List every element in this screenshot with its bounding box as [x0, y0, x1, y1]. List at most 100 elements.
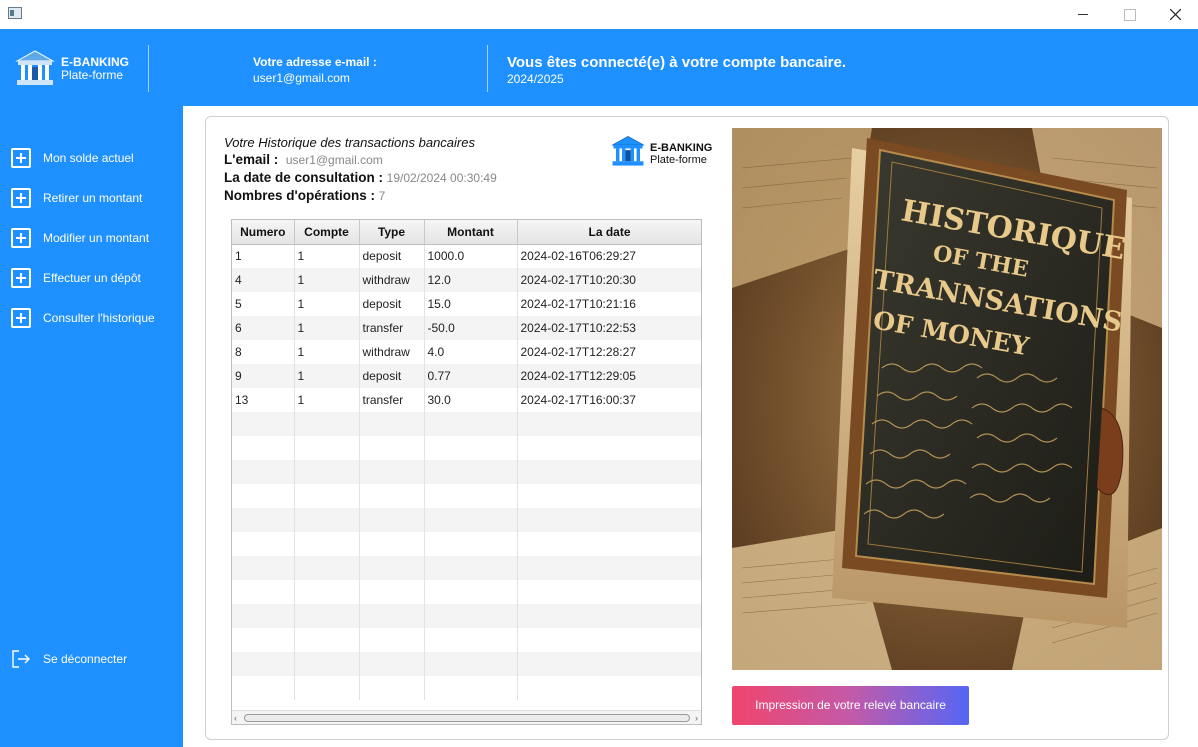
transactions-table[interactable]: Numero Compte Type Montant La date 1 1 dep… [231, 219, 702, 725]
table-cell: 1 [294, 364, 360, 388]
ops-key: Nombres d'opérations : [224, 188, 375, 203]
table-cell: 2024-02-17T12:28:27 [517, 340, 701, 364]
scroll-right-icon[interactable]: › [695, 713, 698, 723]
table-cell: 1 [294, 244, 360, 268]
window-title-bar [0, 0, 1198, 29]
table-cell [517, 556, 701, 580]
table-cell [424, 436, 518, 460]
table-cell [517, 436, 701, 460]
table-cell [517, 652, 701, 676]
empty-table-row[interactable] [232, 532, 701, 556]
sidebar-item-modifier[interactable]: Modifier un montant [11, 228, 181, 250]
table-row[interactable]: 8 1 withdraw 4.0 2024-02-17T12:28:27 [232, 340, 701, 364]
table-cell [294, 604, 360, 628]
empty-table-row[interactable] [232, 628, 701, 652]
table-cell [359, 628, 425, 652]
table-cell: 1 [294, 292, 360, 316]
column-header-compte[interactable]: Compte [294, 220, 360, 245]
logout-button[interactable]: Se déconnecter [11, 649, 181, 671]
empty-table-row[interactable] [232, 676, 701, 700]
sidebar-item-solde[interactable]: Mon solde actuel [11, 148, 181, 170]
sidebar-item-retirer[interactable]: Retirer un montant [11, 188, 181, 210]
sidebar-item-label: Effectuer un dépôt [43, 271, 141, 285]
column-header-numero[interactable]: Numero [232, 220, 295, 245]
print-statement-button[interactable]: Impression de votre relevé bancaire [732, 686, 969, 725]
table-row[interactable]: 13 1 transfer 30.0 2024-02-17T16:00:37 [232, 388, 701, 412]
empty-table-row[interactable] [232, 580, 701, 604]
table-cell [359, 556, 425, 580]
table-cell [424, 628, 518, 652]
panel-brand-name: E-BANKING [650, 142, 713, 154]
close-icon[interactable] [1152, 0, 1198, 29]
table-row[interactable]: 1 1 deposit 1000.0 2024-02-16T06:29:27 [232, 244, 701, 268]
empty-table-row[interactable] [232, 652, 701, 676]
table-cell: withdraw [359, 268, 425, 292]
column-header-type[interactable]: Type [359, 220, 425, 245]
connected-title: Vous êtes connecté(e) à votre compte ban… [507, 54, 847, 71]
table-cell: 2024-02-17T10:22:53 [517, 316, 701, 340]
table-cell [294, 652, 360, 676]
table-cell [517, 604, 701, 628]
sidebar-item-label: Modifier un montant [43, 231, 150, 245]
sidebar-item-depot[interactable]: Effectuer un dépôt [11, 268, 181, 290]
header-brand: E-BANKING Plate-forme [61, 56, 129, 82]
window-app-icon [8, 7, 22, 19]
school-year: 2024/2025 [507, 72, 564, 86]
table-cell: 1 [294, 268, 360, 292]
table-cell: 1 [232, 244, 295, 268]
empty-table-row[interactable] [232, 508, 701, 532]
empty-table-row[interactable] [232, 484, 701, 508]
table-row[interactable]: 9 1 deposit 0.77 2024-02-17T12:29:05 [232, 364, 701, 388]
table-cell: 12.0 [424, 268, 518, 292]
table-cell [294, 628, 360, 652]
table-cell: 2024-02-17T16:00:37 [517, 388, 701, 412]
table-cell: 4.0 [424, 340, 518, 364]
empty-table-row[interactable] [232, 436, 701, 460]
table-cell: transfer [359, 388, 425, 412]
table-row[interactable]: 5 1 deposit 15.0 2024-02-17T10:21:16 [232, 292, 701, 316]
email-value: user1@gmail.com [285, 153, 383, 167]
table-row[interactable]: 4 1 withdraw 12.0 2024-02-17T10:20:30 [232, 268, 701, 292]
table-cell: withdraw [359, 340, 425, 364]
table-cell: 6 [232, 316, 295, 340]
scrollbar-thumb[interactable] [244, 714, 690, 722]
minimize-icon[interactable] [1060, 0, 1106, 29]
plus-square-icon [11, 228, 31, 248]
sidebar-item-label: Consulter l'historique [43, 311, 155, 325]
table-cell: 9 [232, 364, 295, 388]
ops-row: Nombres d'opérations : 7 [224, 187, 497, 205]
table-cell: -50.0 [424, 316, 518, 340]
column-header-date[interactable]: La date [517, 220, 701, 245]
header-divider [487, 45, 488, 92]
sidebar: Mon solde actuel Retirer un montant Modi… [0, 106, 183, 747]
table-cell [359, 532, 425, 556]
table-cell: 13 [232, 388, 295, 412]
table-cell: 1 [294, 340, 360, 364]
table-row[interactable]: 6 1 transfer -50.0 2024-02-17T10:22:53 [232, 316, 701, 340]
table-cell: 2024-02-16T06:29:27 [517, 244, 701, 268]
table-cell [517, 532, 701, 556]
email-key: L'email : [224, 152, 279, 167]
empty-table-row[interactable] [232, 556, 701, 580]
empty-table-row[interactable] [232, 460, 701, 484]
table-cell: transfer [359, 316, 425, 340]
history-book-image: HISTORIQUE OF THE TRANNSATIONS OF MONEY [732, 128, 1162, 670]
table-cell [424, 460, 518, 484]
horizontal-scrollbar[interactable]: ‹ › [232, 710, 701, 724]
empty-table-row[interactable] [232, 604, 701, 628]
table-cell: 8 [232, 340, 295, 364]
table-cell [232, 556, 295, 580]
panel-brand-sub: Plate-forme [650, 154, 707, 166]
scroll-left-icon[interactable]: ‹ [234, 713, 237, 723]
bank-building-icon [14, 49, 56, 92]
table-cell [359, 484, 425, 508]
sidebar-item-label: Retirer un montant [43, 191, 143, 205]
table-cell [359, 652, 425, 676]
sidebar-item-historique[interactable]: Consulter l'historique [11, 308, 181, 330]
column-header-montant[interactable]: Montant [424, 220, 518, 245]
table-cell [359, 460, 425, 484]
empty-table-row[interactable] [232, 412, 701, 436]
table-cell: 2024-02-17T12:29:05 [517, 364, 701, 388]
maximize-icon[interactable] [1106, 0, 1152, 29]
table-cell [424, 484, 518, 508]
